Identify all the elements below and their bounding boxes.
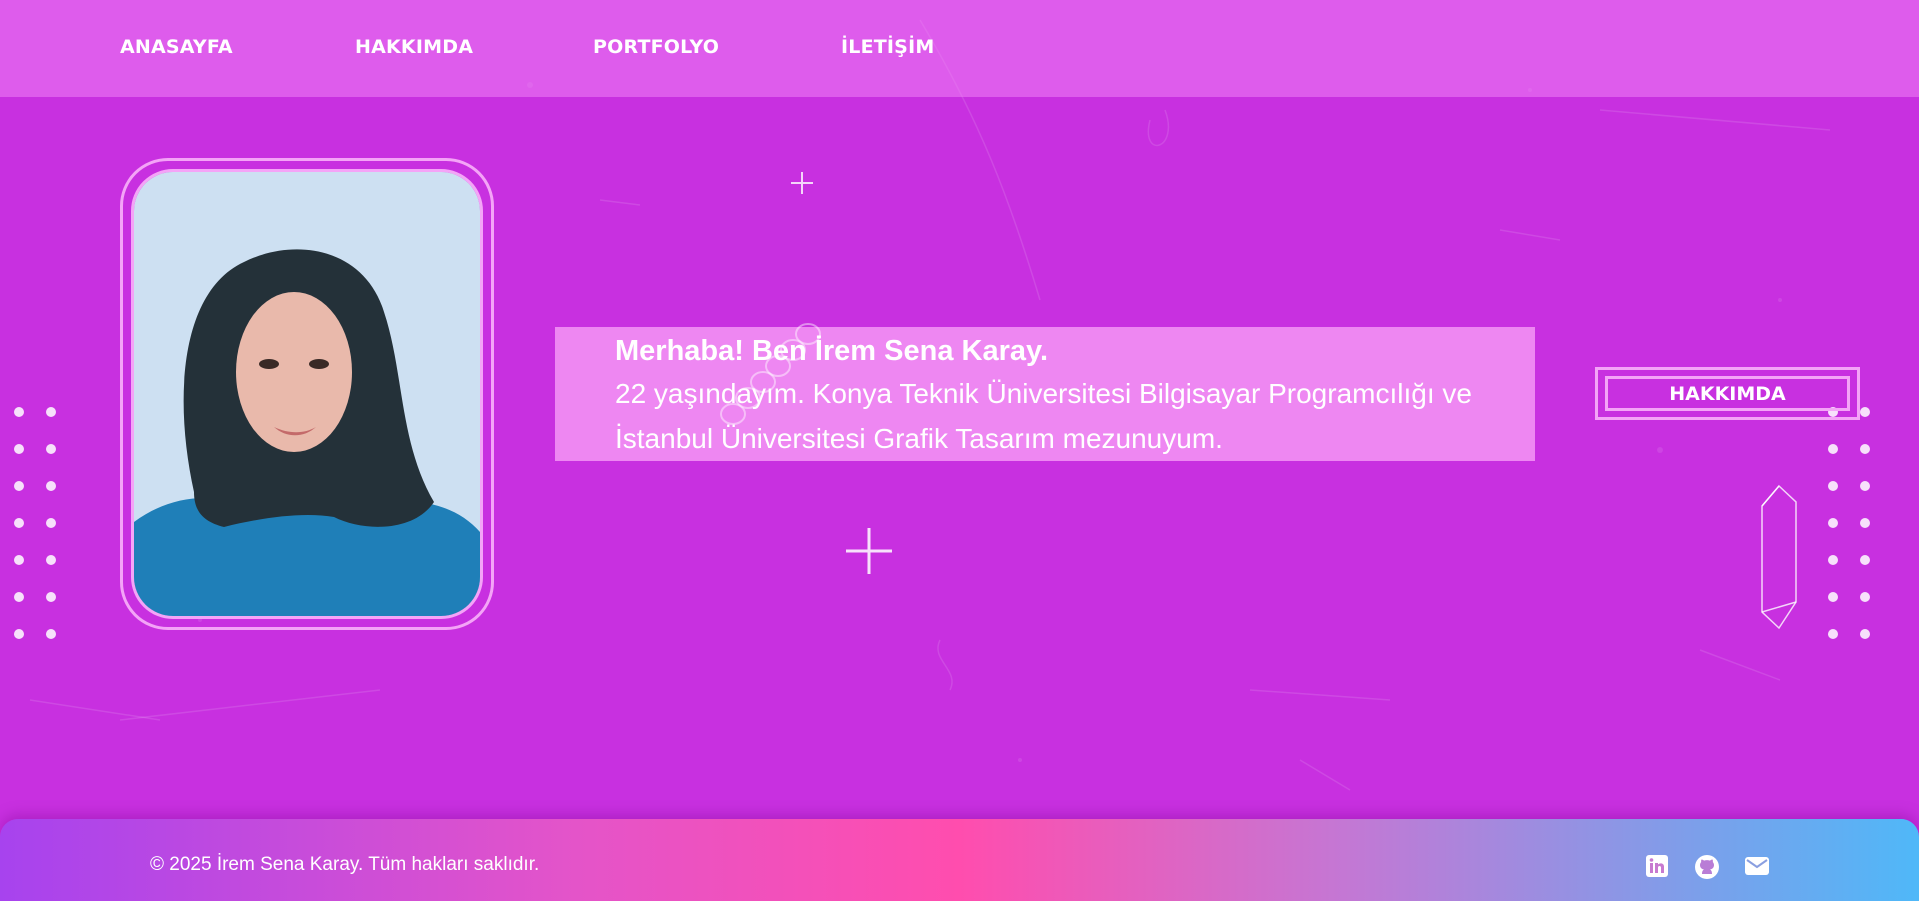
nav-link-portfolyo[interactable]: PORTFOLYO bbox=[593, 36, 719, 58]
nav-link-hakkimda[interactable]: HAKKIMDA bbox=[355, 36, 473, 58]
dot-grid-left bbox=[14, 407, 56, 639]
about-button-label: HAKKIMDA bbox=[1605, 376, 1850, 411]
intro-title: Merhaba! Ben İrem Sena Karay. bbox=[615, 335, 1049, 367]
intro-box: Merhaba! Ben İrem Sena Karay. 22 yaşında… bbox=[555, 327, 1535, 461]
envelope-icon[interactable] bbox=[1744, 854, 1772, 882]
profile-photo bbox=[131, 169, 483, 619]
github-icon[interactable] bbox=[1694, 854, 1722, 882]
crystal-decoration bbox=[1761, 484, 1797, 630]
nav-link-iletisim[interactable]: İLETİŞİM bbox=[841, 36, 934, 58]
plus-decoration-large bbox=[846, 528, 892, 574]
top-navbar: ANASAYFA HAKKIMDA PORTFOLYO İLETİŞİM bbox=[0, 0, 1919, 97]
linkedin-icon[interactable] bbox=[1645, 854, 1673, 882]
dot-grid-right bbox=[1828, 407, 1870, 639]
about-button[interactable]: HAKKIMDA bbox=[1595, 367, 1860, 420]
nav-link-anasayfa[interactable]: ANASAYFA bbox=[120, 36, 233, 58]
footer: © 2025 İrem Sena Karay. Tüm hakları sakl… bbox=[0, 819, 1919, 901]
plus-decoration-small bbox=[791, 172, 813, 194]
copyright-text: © 2025 İrem Sena Karay. Tüm hakları sakl… bbox=[150, 854, 540, 875]
intro-line-1: 22 yaşındayım. Konya Teknik Üniversitesi… bbox=[615, 378, 1472, 409]
profile-photo-frame bbox=[120, 158, 494, 630]
intro-line-2: İstanbul Üniversitesi Grafik Tasarım mez… bbox=[615, 423, 1223, 454]
